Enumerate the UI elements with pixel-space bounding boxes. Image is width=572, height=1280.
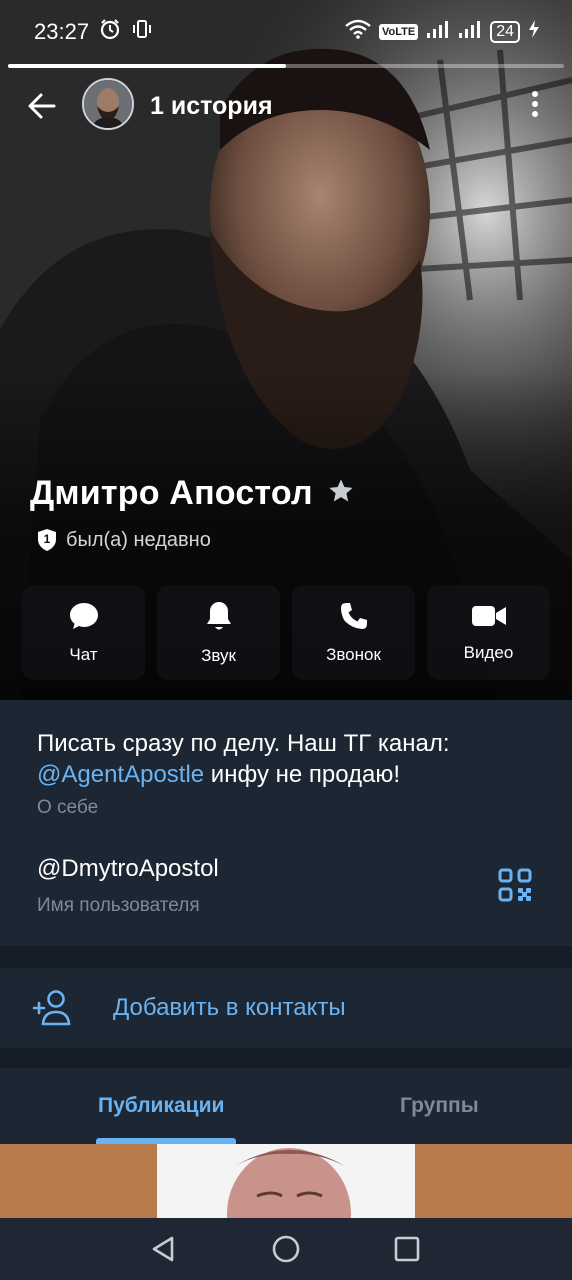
tab-groups[interactable]: Группы xyxy=(400,1094,479,1118)
bio-channel-link[interactable]: @AgentApostle xyxy=(37,761,204,788)
sound-button[interactable]: Звук xyxy=(157,585,280,680)
triangle-back-icon xyxy=(152,1236,174,1262)
profile-status-row: 1 был(а) недавно xyxy=(36,528,211,552)
wifi-icon xyxy=(345,19,371,45)
star-icon[interactable] xyxy=(327,477,355,510)
username-caption: Имя пользователя xyxy=(37,895,200,916)
nav-recents-button[interactable] xyxy=(391,1233,423,1265)
back-button[interactable] xyxy=(26,90,58,122)
profile-info-section: Писать сразу по делу. Наш ТГ канал: @Age… xyxy=(0,700,572,946)
nav-home-button[interactable] xyxy=(270,1233,302,1265)
qr-code-button[interactable] xyxy=(498,868,532,902)
section-divider xyxy=(0,1048,572,1068)
top-bar: 1 история xyxy=(0,76,572,132)
video-icon xyxy=(471,605,506,626)
thumbnail-image xyxy=(157,1144,415,1218)
video-button-label: Видео xyxy=(463,642,514,662)
story-progress-fill xyxy=(8,64,286,68)
more-menu-button[interactable] xyxy=(524,88,546,120)
chat-icon xyxy=(69,602,98,629)
bio-text: Писать сразу по делу. Наш ТГ канал: @Age… xyxy=(37,728,537,790)
call-button[interactable]: Звонок xyxy=(292,585,415,680)
add-user-icon xyxy=(32,990,71,1026)
avatar-image xyxy=(84,80,132,128)
last-seen-status: был(а) недавно xyxy=(66,528,211,551)
signal-icon xyxy=(426,19,450,45)
shield-icon: 1 xyxy=(36,528,58,552)
signal-icon xyxy=(458,19,482,45)
story-title: 1 история xyxy=(150,92,273,120)
volte-icon: VoLTE xyxy=(379,24,419,40)
chat-button[interactable]: Чат xyxy=(22,585,145,680)
arrow-left-icon xyxy=(28,93,56,119)
square-recents-icon xyxy=(394,1236,420,1262)
clock: 23:27 xyxy=(34,19,90,44)
system-navigation-bar xyxy=(0,1218,572,1280)
profile-name: Дмитро Апостол xyxy=(30,474,313,512)
vibrate-icon xyxy=(131,18,153,46)
username-value[interactable]: @DmytroApostol xyxy=(37,855,219,883)
section-divider xyxy=(0,946,572,968)
alarm-icon xyxy=(99,18,121,46)
profile-hero: 23:27 VoLTE 24 1 история Дмитро Апостол … xyxy=(0,0,572,700)
story-avatar[interactable] xyxy=(82,78,134,130)
circle-home-icon xyxy=(272,1235,300,1263)
action-buttons: Чат Звук Звонок Видео xyxy=(22,585,550,680)
sound-button-label: Звук xyxy=(201,645,236,665)
call-button-label: Звонок xyxy=(326,644,381,664)
video-button[interactable]: Видео xyxy=(427,585,550,680)
chat-button-label: Чат xyxy=(69,644,98,664)
media-tabs: Публикации Группы xyxy=(0,1068,572,1144)
phone-icon xyxy=(340,602,367,629)
more-vertical-icon xyxy=(532,91,538,117)
bio-text-before: Писать сразу по делу. Наш ТГ канал: xyxy=(37,730,450,757)
battery-icon: 24 xyxy=(490,21,520,43)
shield-badge-number: 1 xyxy=(43,532,51,546)
tab-publications[interactable]: Публикации xyxy=(98,1094,224,1118)
add-contact-button[interactable]: Добавить в контакты xyxy=(0,968,572,1048)
add-contact-label: Добавить в контакты xyxy=(113,994,346,1021)
bell-icon xyxy=(206,601,231,629)
bio-caption: О себе xyxy=(37,797,99,818)
qr-code-icon xyxy=(498,868,532,902)
profile-name-row: Дмитро Апостол xyxy=(30,474,355,513)
nav-back-button[interactable] xyxy=(148,1233,180,1265)
status-bar: 23:27 VoLTE 24 xyxy=(0,0,572,64)
charging-icon xyxy=(528,19,540,45)
bio-text-after: инфу не продаю! xyxy=(204,761,401,788)
publication-thumbnail[interactable] xyxy=(157,1144,415,1218)
story-progress-bar xyxy=(8,64,564,68)
publications-grid xyxy=(0,1144,572,1218)
